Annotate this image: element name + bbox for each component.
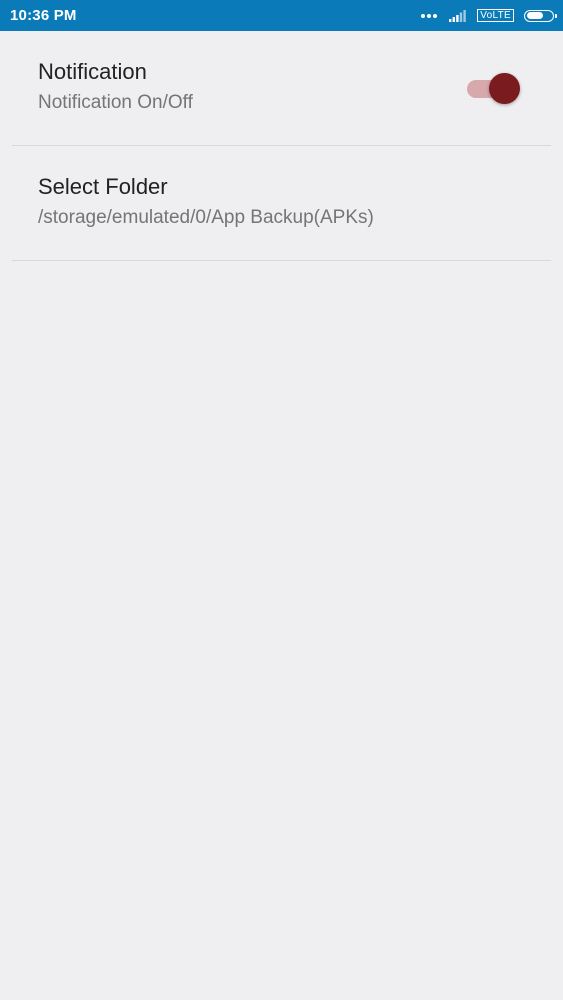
setting-summary: /storage/emulated/0/App Backup(APKs): [38, 207, 374, 228]
battery-fill: [526, 12, 543, 19]
status-icons: VoLTE: [421, 9, 557, 22]
setting-summary: Notification On/Off: [38, 92, 193, 113]
status-bar: 10:36 PM VoLTE: [0, 0, 563, 31]
setting-title: Notification: [38, 59, 147, 84]
status-time: 10:36 PM: [10, 7, 77, 24]
divider: [12, 260, 551, 261]
signal-icon: [449, 9, 467, 22]
setting-title: Select Folder: [38, 174, 168, 199]
battery-icon: [524, 9, 557, 22]
setting-select-folder[interactable]: Select Folder /storage/emulated/0/App Ba…: [0, 146, 563, 261]
toggle-thumb: [489, 73, 520, 104]
volte-icon: VoLTE: [477, 9, 514, 22]
setting-notification[interactable]: Notification Notification On/Off: [0, 31, 563, 146]
more-dots-icon: [421, 13, 439, 18]
notification-toggle[interactable]: [467, 72, 523, 106]
